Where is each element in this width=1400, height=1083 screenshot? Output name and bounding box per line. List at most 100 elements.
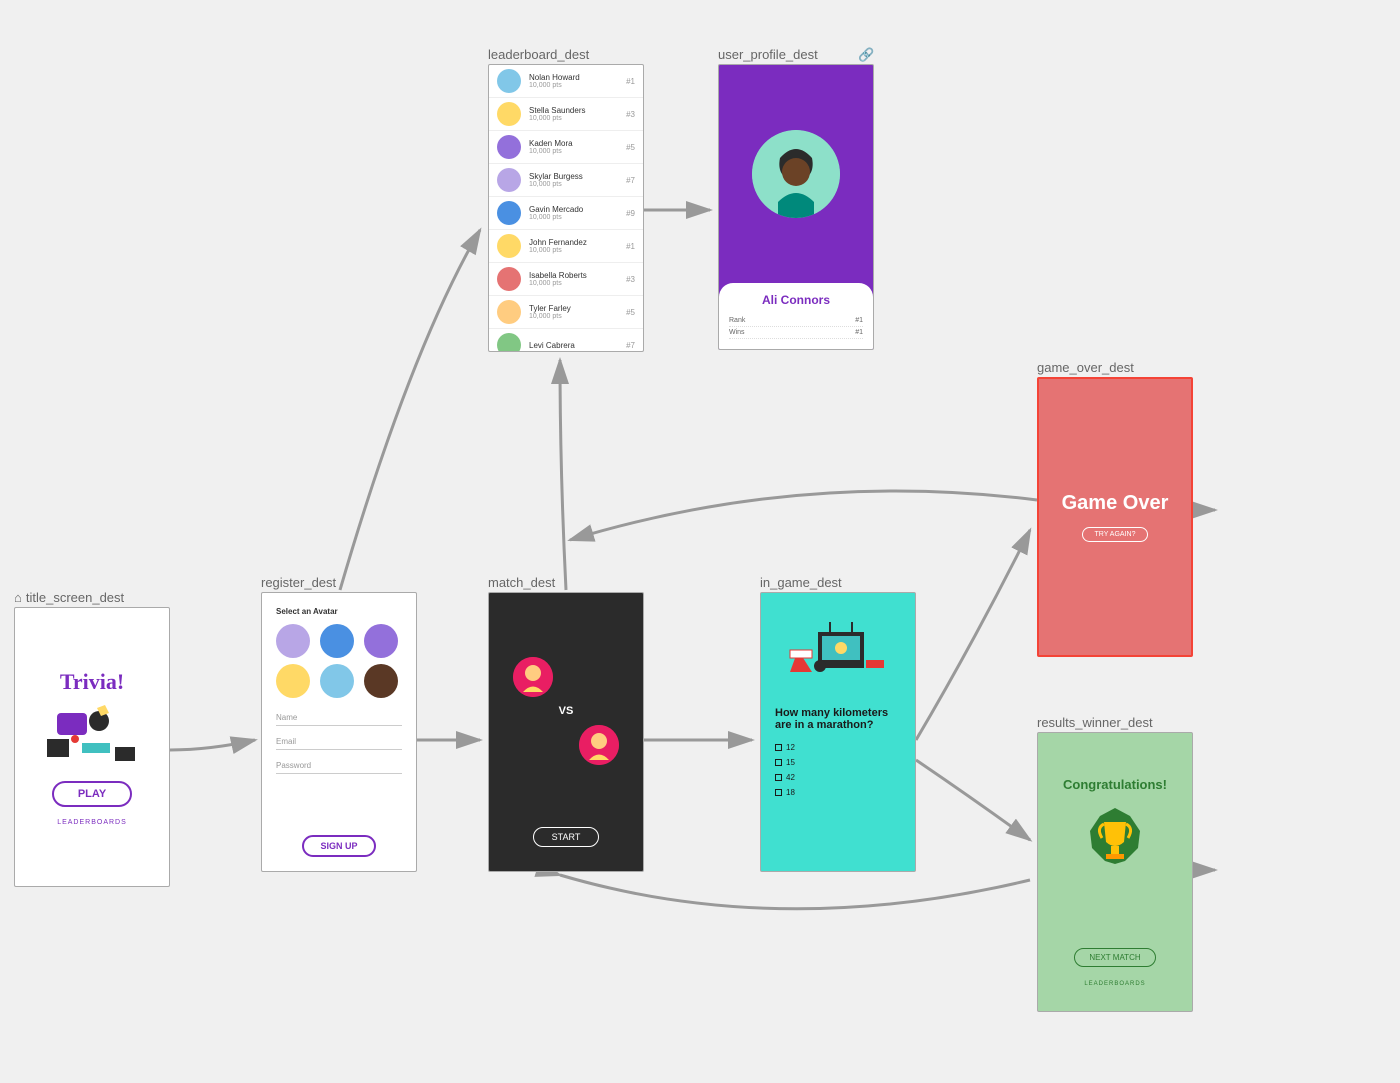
avatar-option[interactable] [320,664,354,698]
leaderboards-link[interactable]: LEADERBOARDS [57,819,127,826]
title-screen-node[interactable]: Trivia! PLAY LEADERBOARDS [14,607,170,887]
play-button[interactable]: PLAY [52,781,132,807]
lb-points: 10,000 pts [529,82,626,89]
leaderboard-row[interactable]: Tyler Farley10,000 pts #5 [489,296,643,329]
avatar-option[interactable] [276,664,310,698]
leaderboard-row[interactable]: Levi Cabrera #7 [489,329,643,352]
profile-bottom: Ali Connors Rank#1 Wins#1 [719,283,873,349]
checkbox-icon [775,774,782,781]
lb-name: John Fernandez [529,238,626,247]
leaderboard-row[interactable]: Skylar Burgess10,000 pts #7 [489,164,643,197]
avatar-option[interactable] [364,664,398,698]
leaderboard-label: leaderboard_dest [488,47,589,62]
trophy-icon [1080,806,1150,876]
avatar-grid [276,624,402,698]
register-node[interactable]: Select an Avatar Name Email Password SIG… [261,592,417,872]
signup-button[interactable]: SIGN UP [302,835,375,857]
lb-rank: #7 [626,341,635,350]
leaderboard-row[interactable]: John Fernandez10,000 pts #1 [489,230,643,263]
avatar-option[interactable] [364,624,398,658]
avatar-option[interactable] [276,624,310,658]
profile-avatar [752,130,840,218]
lb-points: 10,000 pts [529,148,626,155]
next-match-button[interactable]: NEXT MATCH [1074,948,1155,967]
avatar-icon [497,201,521,225]
avatar-icon [497,168,521,192]
user-profile-node[interactable]: Ali Connors Rank#1 Wins#1 [718,64,874,350]
title-screen-label: ⌂title_screen_dest [14,590,124,605]
leaderboard-row[interactable]: Kaden Mora10,000 pts #5 [489,131,643,164]
results-winner-node[interactable]: Congratulations! NEXT MATCH LEADERBOARDS [1037,732,1193,1012]
answer-option[interactable]: 18 [775,788,901,797]
avatar-icon [497,69,521,93]
lb-points: 10,000 pts [529,214,626,221]
match-avatar-bot [579,725,619,765]
lb-name: Levi Cabrera [529,341,626,350]
leaderboard-row[interactable]: Nolan Howard10,000 pts #1 [489,65,643,98]
select-avatar-label: Select an Avatar [276,607,402,616]
lb-name: Gavin Mercado [529,205,626,214]
leaderboard-row[interactable]: Gavin Mercado10,000 pts #9 [489,197,643,230]
match-label: match_dest [488,575,555,590]
profile-name: Ali Connors [729,293,863,307]
lb-points: 10,000 pts [529,115,626,122]
lb-points: 10,000 pts [529,181,626,188]
congrats-title: Congratulations! [1063,777,1167,792]
leaderboard-node[interactable]: Nolan Howard10,000 pts #1 Stella Saunder… [488,64,644,352]
avatar-icon [497,234,521,258]
lb-name: Isabella Roberts [529,271,626,280]
checkbox-icon [775,789,782,796]
avatar-icon [497,300,521,324]
lb-name: Stella Saunders [529,106,626,115]
lb-rank: #3 [626,275,635,284]
results-winner-label: results_winner_dest [1037,715,1153,730]
in-game-label: in_game_dest [760,575,842,590]
lb-rank: #7 [626,176,635,185]
in-game-node[interactable]: How many kilometers are in a marathon? 1… [760,592,916,872]
leaderboard-row[interactable]: Isabella Roberts10,000 pts #3 [489,263,643,296]
name-input[interactable]: Name [276,710,402,726]
match-node[interactable]: VS START [488,592,644,872]
lb-name: Nolan Howard [529,73,626,82]
rank-stat: Rank#1 [729,315,863,327]
avatar-icon [497,135,521,159]
in-game-art [775,607,901,697]
avatar-icon [497,267,521,291]
checkbox-icon [775,744,782,751]
lb-rank: #9 [626,209,635,218]
register-label: register_dest [261,575,336,590]
answer-option[interactable]: 42 [775,773,901,782]
lb-rank: #3 [626,110,635,119]
avatar-option[interactable] [320,624,354,658]
checkbox-icon [775,759,782,766]
game-over-node[interactable]: Game Over TRY AGAIN? [1037,377,1193,657]
lb-rank: #1 [626,242,635,251]
answer-option[interactable]: 12 [775,743,901,752]
lb-rank: #5 [626,143,635,152]
vs-text: VS [559,705,574,717]
password-input[interactable]: Password [276,758,402,774]
home-icon: ⌂ [14,590,22,605]
leaderboard-row[interactable]: Stella Saunders10,000 pts #3 [489,98,643,131]
lb-rank: #1 [626,77,635,86]
wins-stat: Wins#1 [729,327,863,339]
avatar-icon [497,102,521,126]
profile-top [719,65,873,283]
lb-name: Tyler Farley [529,304,626,313]
question-text: How many kilometers are in a marathon? [775,707,901,731]
try-again-button[interactable]: TRY AGAIN? [1082,527,1149,542]
link-icon: 🔗 [858,47,874,63]
user-profile-label: user_profile_dest [718,47,818,62]
email-input[interactable]: Email [276,734,402,750]
title-screen-title: Trivia! [60,669,124,695]
game-over-title: Game Over [1062,492,1169,515]
lb-points: 10,000 pts [529,280,626,287]
leaderboards-link[interactable]: LEADERBOARDS [1084,981,1145,987]
answer-option[interactable]: 15 [775,758,901,767]
lb-points: 10,000 pts [529,247,626,254]
lb-name: Skylar Burgess [529,172,626,181]
start-button[interactable]: START [533,827,600,847]
game-over-label: game_over_dest [1037,360,1134,375]
lb-name: Kaden Mora [529,139,626,148]
lb-points: 10,000 pts [529,313,626,320]
